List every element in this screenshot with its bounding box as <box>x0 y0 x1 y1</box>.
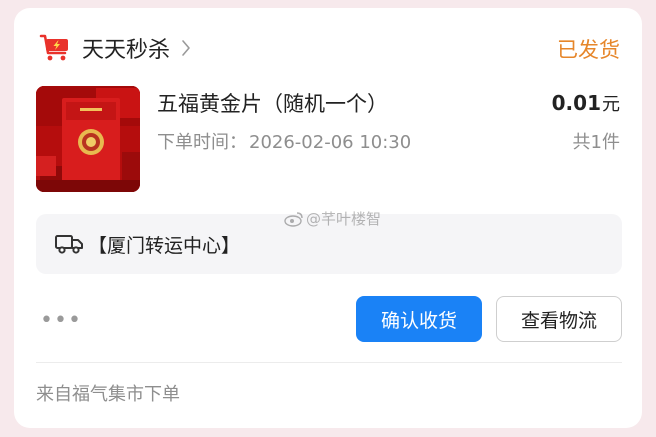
order-source: 来自福气集市下单 <box>36 384 180 405</box>
order-time-value: 2026-02-06 10:30 <box>249 132 412 153</box>
item-count: 共1件 <box>572 132 620 153</box>
order-time-label: 下单时间： <box>157 132 247 153</box>
weibo-icon <box>284 211 303 227</box>
view-logistics-button[interactable]: 查看物流 <box>496 296 622 342</box>
shop-header[interactable]: 天天秒杀 <box>38 28 192 68</box>
price: 0.01元 <box>552 90 620 116</box>
divider <box>36 362 622 363</box>
order-status: 已发货 <box>557 38 620 62</box>
product-title[interactable]: 五福黄金片（随机一个） <box>157 88 388 118</box>
price-value: 0.01 <box>551 91 601 115</box>
order-time: 下单时间： 2026-02-06 10:30 <box>157 128 411 154</box>
watermark: @芊叶楼智 <box>284 208 381 229</box>
shop-name: 天天秒杀 <box>82 38 171 63</box>
order-card[interactable]: 天天秒杀 已发货 五福黄金片（随机一个） 下单时间： 2026-02-06 10:… <box>14 8 642 428</box>
more-options-button[interactable]: ••• <box>40 308 82 333</box>
product-thumbnail[interactable] <box>36 86 140 192</box>
price-unit: 元 <box>602 94 620 115</box>
chevron-right-icon <box>182 40 190 56</box>
watermark-text: @芊叶楼智 <box>306 210 382 228</box>
truck-icon <box>55 235 83 254</box>
confirm-receipt-button[interactable]: 确认收货 <box>356 296 482 342</box>
product-image <box>36 86 140 192</box>
shopping-cart-icon <box>39 34 68 61</box>
logistics-status: 【厦门转运中心】 <box>88 234 241 257</box>
